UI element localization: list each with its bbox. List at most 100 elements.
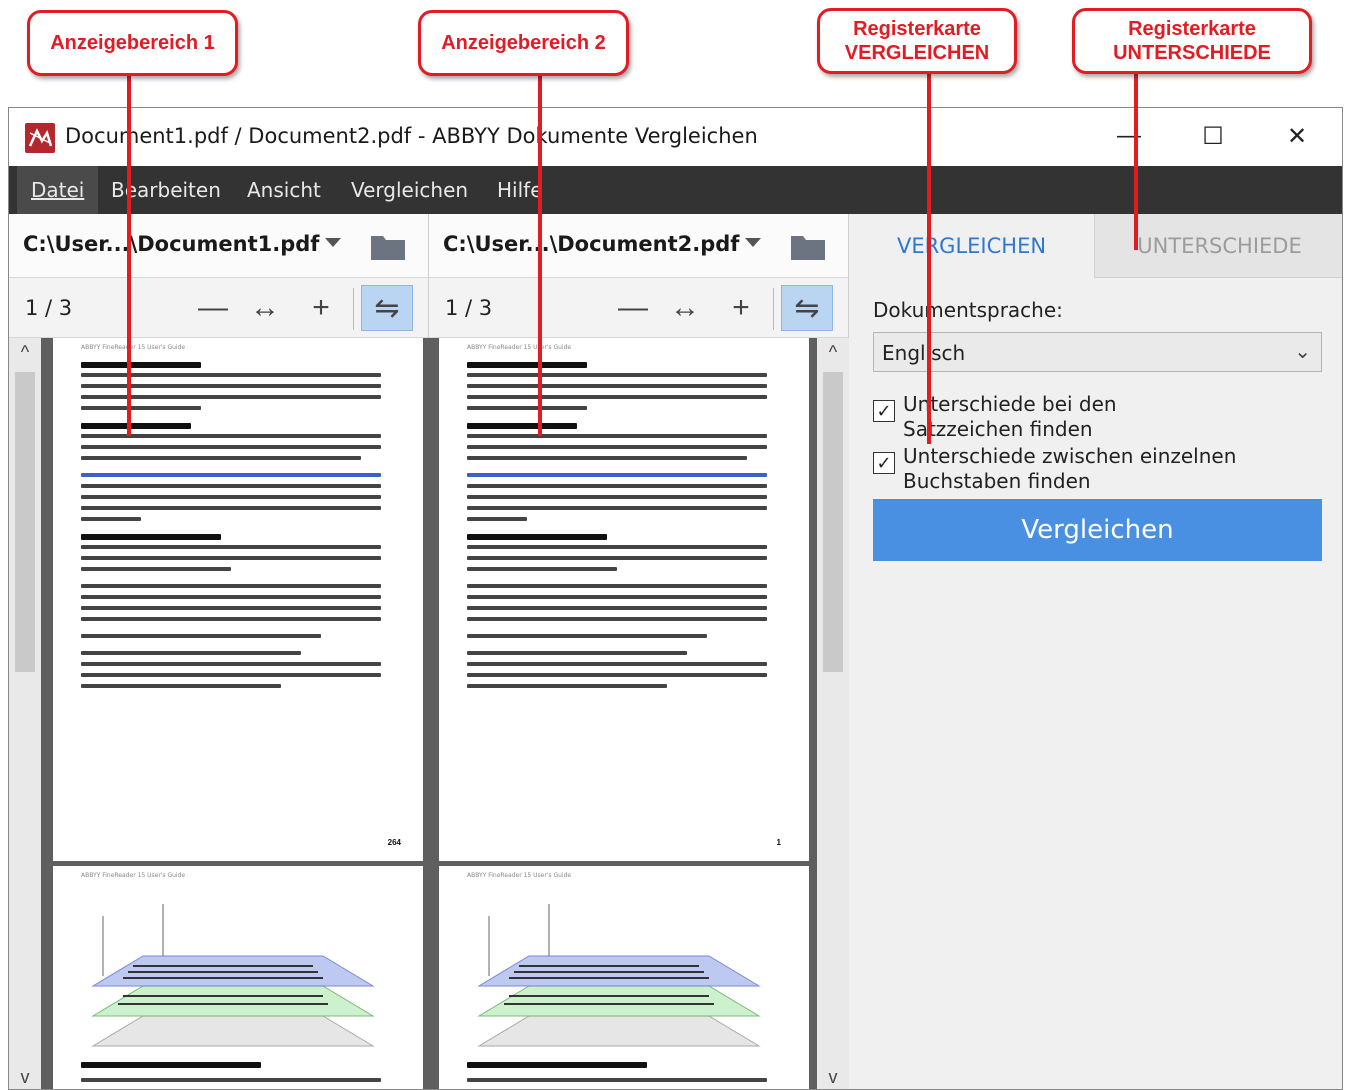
tab-unterschiede[interactable]: UNTERSCHIEDE (1094, 214, 1342, 278)
page-text-line (81, 634, 321, 638)
page-text-line (81, 662, 381, 666)
page-text-line (81, 534, 221, 540)
menu-ansicht[interactable]: Ansicht (233, 166, 335, 214)
page-text-line (467, 395, 767, 399)
folder-icon[interactable] (791, 232, 825, 260)
callout-tab-compare-leader (927, 74, 931, 444)
page-text-line (467, 445, 767, 449)
menu-datei[interactable]: Datei (17, 166, 99, 214)
callout-tab-diff-line1: Registerkarte (1128, 18, 1256, 40)
document2-page-2: ABBYY FineReader 15 User's Guide (439, 866, 809, 1089)
toolbar-separator (353, 288, 354, 330)
callout-tab-compare: Registerkarte VERGLEICHEN (817, 8, 1017, 74)
tab-vergleichen[interactable]: VERGLEICHEN (849, 214, 1094, 278)
fit-width-button[interactable]: ↔ (665, 288, 705, 328)
punctuation-checkbox[interactable]: ✓ (873, 400, 895, 422)
page-text-line (81, 595, 381, 599)
maximize-button[interactable]: ☐ (1191, 116, 1235, 156)
zoom-in-button[interactable]: + (301, 288, 341, 328)
page-indicator-1[interactable]: 1 / 3 (25, 296, 72, 320)
vertical-scrollbar-1[interactable]: ^ v (9, 338, 41, 1089)
page-header: ABBYY FineReader 15 User's Guide (81, 872, 186, 879)
zoom-out-button[interactable]: — (613, 288, 653, 328)
page-header: ABBYY FineReader 15 User's Guide (467, 344, 572, 351)
vertical-scrollbar-2[interactable]: ^ v (817, 338, 849, 1089)
menu-hilfe[interactable]: Hilfe (483, 166, 557, 214)
sync-scroll-button[interactable]: ⇋ (781, 285, 833, 331)
compare-button[interactable]: Vergleichen (873, 499, 1322, 561)
document-view-1[interactable]: ABBYY FineReader 15 User's Guide 264 ABB… (41, 338, 429, 1089)
page-text-line (467, 673, 767, 677)
punctuation-checkbox-label: Unterschiede bei den Satzzeichen finden (903, 392, 1117, 441)
close-icon: ✕ (1286, 122, 1308, 150)
sync-icon: ⇋ (374, 291, 400, 325)
page-text-line (81, 567, 231, 571)
menu-vergleichen[interactable]: Vergleichen (337, 166, 482, 214)
fit-width-icon: ↔ (250, 291, 280, 324)
callout-tab-compare-line1: Registerkarte (853, 18, 981, 40)
page-text-line (467, 423, 577, 429)
page-text-line (467, 473, 767, 477)
toolbar-2: 1 / 3 — ↔ + ⇋ (429, 278, 848, 338)
page-text-line (81, 545, 381, 549)
toolbar-1: 1 / 3 — ↔ + ⇋ (9, 278, 428, 338)
document2-path[interactable]: C:\User...\Document2.pdf (443, 232, 739, 256)
sync-icon: ⇋ (794, 291, 820, 325)
sync-scroll-button[interactable]: ⇋ (361, 285, 413, 331)
menu-bearbeiten[interactable]: Bearbeiten (97, 166, 235, 214)
document-language-value: Englisch (882, 341, 966, 365)
scroll-thumb-2[interactable] (823, 372, 843, 672)
page-text-line (467, 484, 767, 488)
close-button[interactable]: ✕ (1275, 116, 1319, 156)
zoom-in-button[interactable]: + (721, 288, 761, 328)
minimize-button[interactable]: — (1107, 116, 1151, 156)
fit-width-button[interactable]: ↔ (245, 288, 285, 328)
document-language-label: Dokumentsprache: (873, 298, 1063, 322)
document-language-select[interactable]: Englisch ⌄ (873, 332, 1322, 372)
scroll-thumb-1[interactable] (15, 372, 35, 672)
page-text-line (467, 456, 747, 460)
letters-checkbox[interactable]: ✓ (873, 452, 895, 474)
plus-icon: + (312, 291, 330, 324)
punctuation-option[interactable]: ✓ Unterschiede bei den Satzzeichen finde… (873, 392, 1313, 444)
page-text-line (467, 534, 607, 540)
zoom-out-button[interactable]: — (193, 288, 233, 328)
page-indicator-2[interactable]: 1 / 3 (445, 296, 492, 320)
document-pane-1: C:\User...\Document1.pdf 1 / 3 — ↔ + ⇋ ^… (9, 214, 429, 1089)
path-bar-2: C:\User...\Document2.pdf (429, 214, 848, 278)
document1-page-1: ABBYY FineReader 15 User's Guide 264 (53, 338, 423, 861)
letters-option[interactable]: ✓ Unterschiede zwischen einzelnen Buchst… (873, 444, 1313, 496)
scroll-down-icon[interactable]: v (817, 1063, 849, 1089)
scroll-down-icon[interactable]: v (9, 1063, 41, 1089)
title-bar[interactable]: Document1.pdf / Document2.pdf - ABBYY Do… (9, 108, 1342, 166)
chevron-down-icon[interactable] (325, 238, 341, 247)
layer-diagram-image (91, 904, 375, 1047)
window-title: Document1.pdf / Document2.pdf - ABBYY Do… (65, 124, 758, 148)
menu-ansicht-label: Ansicht (247, 178, 321, 202)
page-text-line (467, 517, 527, 521)
page-text-line (81, 651, 301, 655)
page2-heading (467, 1062, 647, 1068)
page-text-line (81, 423, 191, 429)
chevron-down-icon[interactable] (745, 238, 761, 247)
page-text-line (81, 373, 381, 377)
page-text-line (467, 651, 687, 655)
document-view-2[interactable]: ABBYY FineReader 15 User's Guide 1 ABBYY… (429, 338, 817, 1089)
page-text-line (467, 567, 617, 571)
callout-area1-text: Anzeigebereich 1 (50, 32, 215, 54)
page-text-line (467, 545, 767, 549)
page-text-line (467, 434, 767, 438)
document1-path[interactable]: C:\User...\Document1.pdf (23, 232, 319, 256)
scroll-up-icon[interactable]: ^ (817, 338, 849, 366)
page-text-line (467, 384, 767, 388)
page-header: ABBYY FineReader 15 User's Guide (81, 344, 186, 351)
callout-tab-diff: Registerkarte UNTERSCHIEDE (1072, 8, 1312, 74)
scroll-up-icon[interactable]: ^ (9, 338, 41, 366)
page-text-line (81, 384, 381, 388)
page-text-line (81, 362, 201, 368)
folder-icon[interactable] (371, 232, 405, 260)
app-window: Document1.pdf / Document2.pdf - ABBYY Do… (8, 107, 1343, 1090)
page-text-line (81, 584, 381, 588)
page-text-line (81, 673, 381, 677)
menu-bar: Datei Bearbeiten Ansicht Vergleichen Hil… (9, 166, 1342, 214)
